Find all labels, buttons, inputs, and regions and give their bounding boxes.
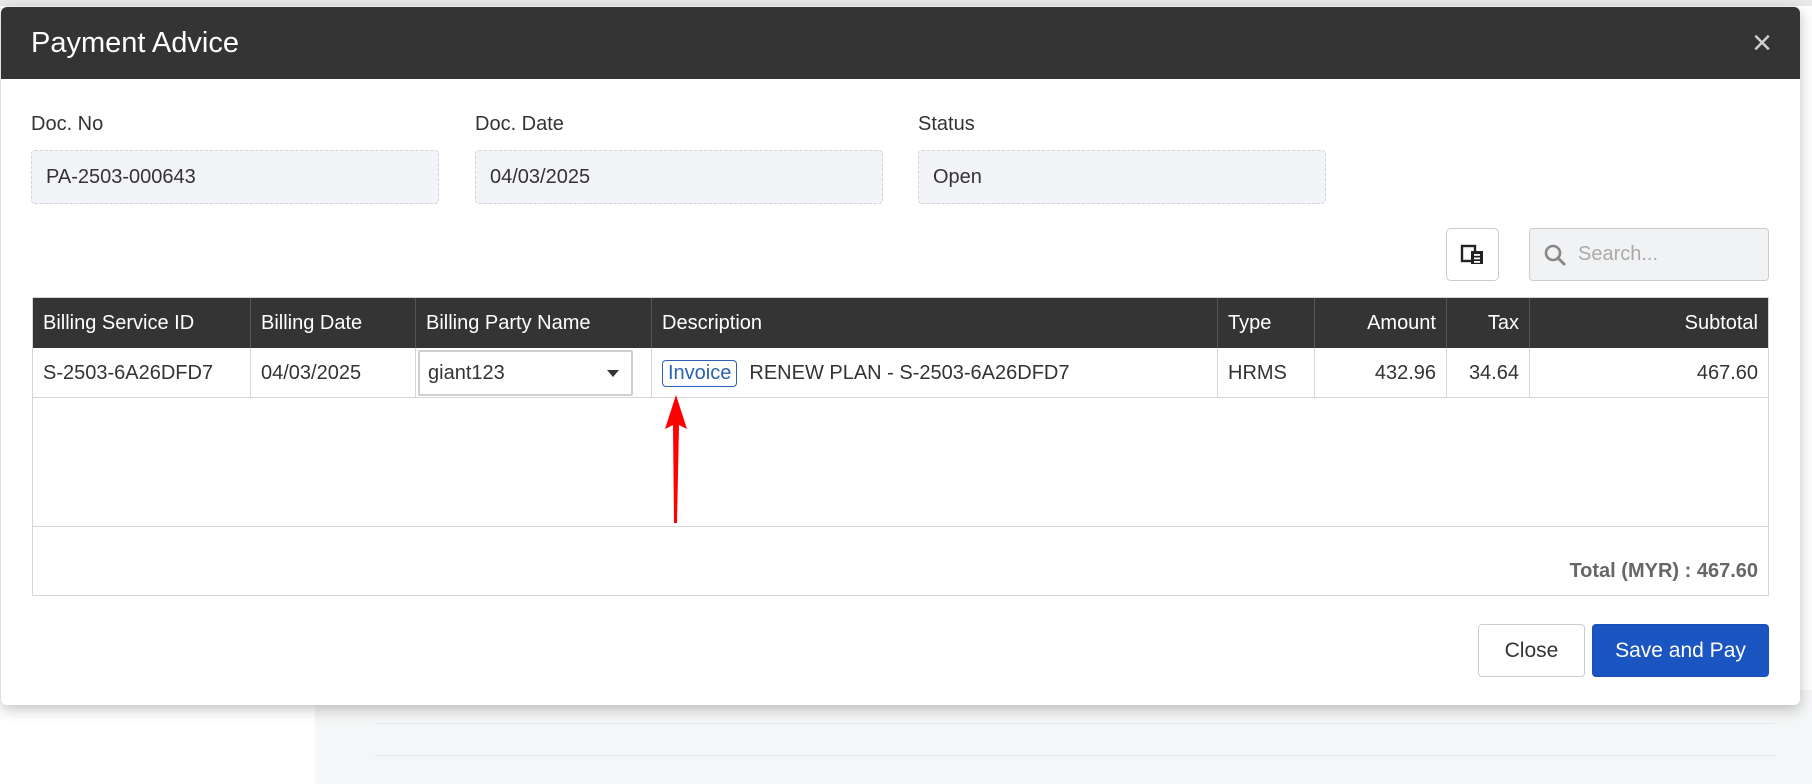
doc-no-value: PA-2503-000643 [46,165,196,188]
table-row: S-2503-6A26DFD7 04/03/2025 giant123 Invo… [33,348,1768,398]
modal-title: Payment Advice [31,26,239,59]
export-icon [1460,244,1483,264]
cell-description: Invoice RENEW PLAN - S-2503-6A26DFD7 [652,348,1218,398]
column-header-billing-service-id[interactable]: Billing Service ID [33,298,251,348]
status-value: Open [933,165,982,188]
annotation-arrow-icon [665,395,687,523]
save-and-pay-button[interactable]: Save and Pay [1592,624,1769,677]
export-button[interactable] [1446,228,1499,281]
search-box[interactable] [1529,228,1769,281]
doc-no-field: PA-2503-000643 [31,150,439,204]
payment-advice-modal: Payment Advice × Doc. No PA-2503-000643 … [1,7,1800,705]
column-header-amount[interactable]: Amount [1315,298,1447,348]
search-icon [1544,244,1566,265]
close-icon[interactable]: × [1752,26,1772,60]
column-header-subtotal[interactable]: Subtotal [1530,298,1768,348]
background-divider [375,755,1775,756]
column-header-description[interactable]: Description [652,298,1218,348]
column-header-type[interactable]: Type [1218,298,1315,348]
close-button[interactable]: Close [1478,624,1585,677]
column-header-billing-party-name[interactable]: Billing Party Name [416,298,652,348]
doc-no-label: Doc. No [31,113,104,135]
column-header-billing-date[interactable]: Billing Date [251,298,416,348]
status-field: Open [918,150,1326,204]
search-input[interactable] [1578,243,1758,266]
invoice-link[interactable]: Invoice [662,359,738,387]
cell-type: HRMS [1218,348,1315,398]
billing-table: Billing Service ID Billing Date Billing … [32,297,1769,596]
description-text: RENEW PLAN - S-2503-6A26DFD7 [749,361,1070,384]
modal-header: Payment Advice × [1,7,1800,79]
status-label: Status [918,113,975,135]
table-header: Billing Service ID Billing Date Billing … [33,298,1768,348]
cell-billing-party-name: giant123 [416,348,652,398]
background-divider [375,723,1775,724]
page-top-strip [0,0,1812,6]
table-footer-divider [33,526,1768,527]
billing-party-select[interactable]: giant123 [418,350,633,396]
cell-billing-date: 04/03/2025 [251,348,416,398]
billing-party-value: giant123 [428,361,505,384]
cell-amount: 432.96 [1315,348,1447,398]
doc-date-value: 04/03/2025 [490,165,591,188]
background-sidebar [0,700,315,784]
cell-subtotal: 467.60 [1696,361,1758,384]
column-header-tax[interactable]: Tax [1447,298,1530,348]
cell-tax: 34.64 [1447,348,1530,398]
cell-billing-service-id: S-2503-6A26DFD7 [33,348,251,398]
total-amount: Total (MYR) : 467.60 [1569,560,1758,582]
doc-date-field: 04/03/2025 [475,150,883,204]
chevron-down-icon [607,369,619,377]
doc-date-label: Doc. Date [475,113,564,135]
